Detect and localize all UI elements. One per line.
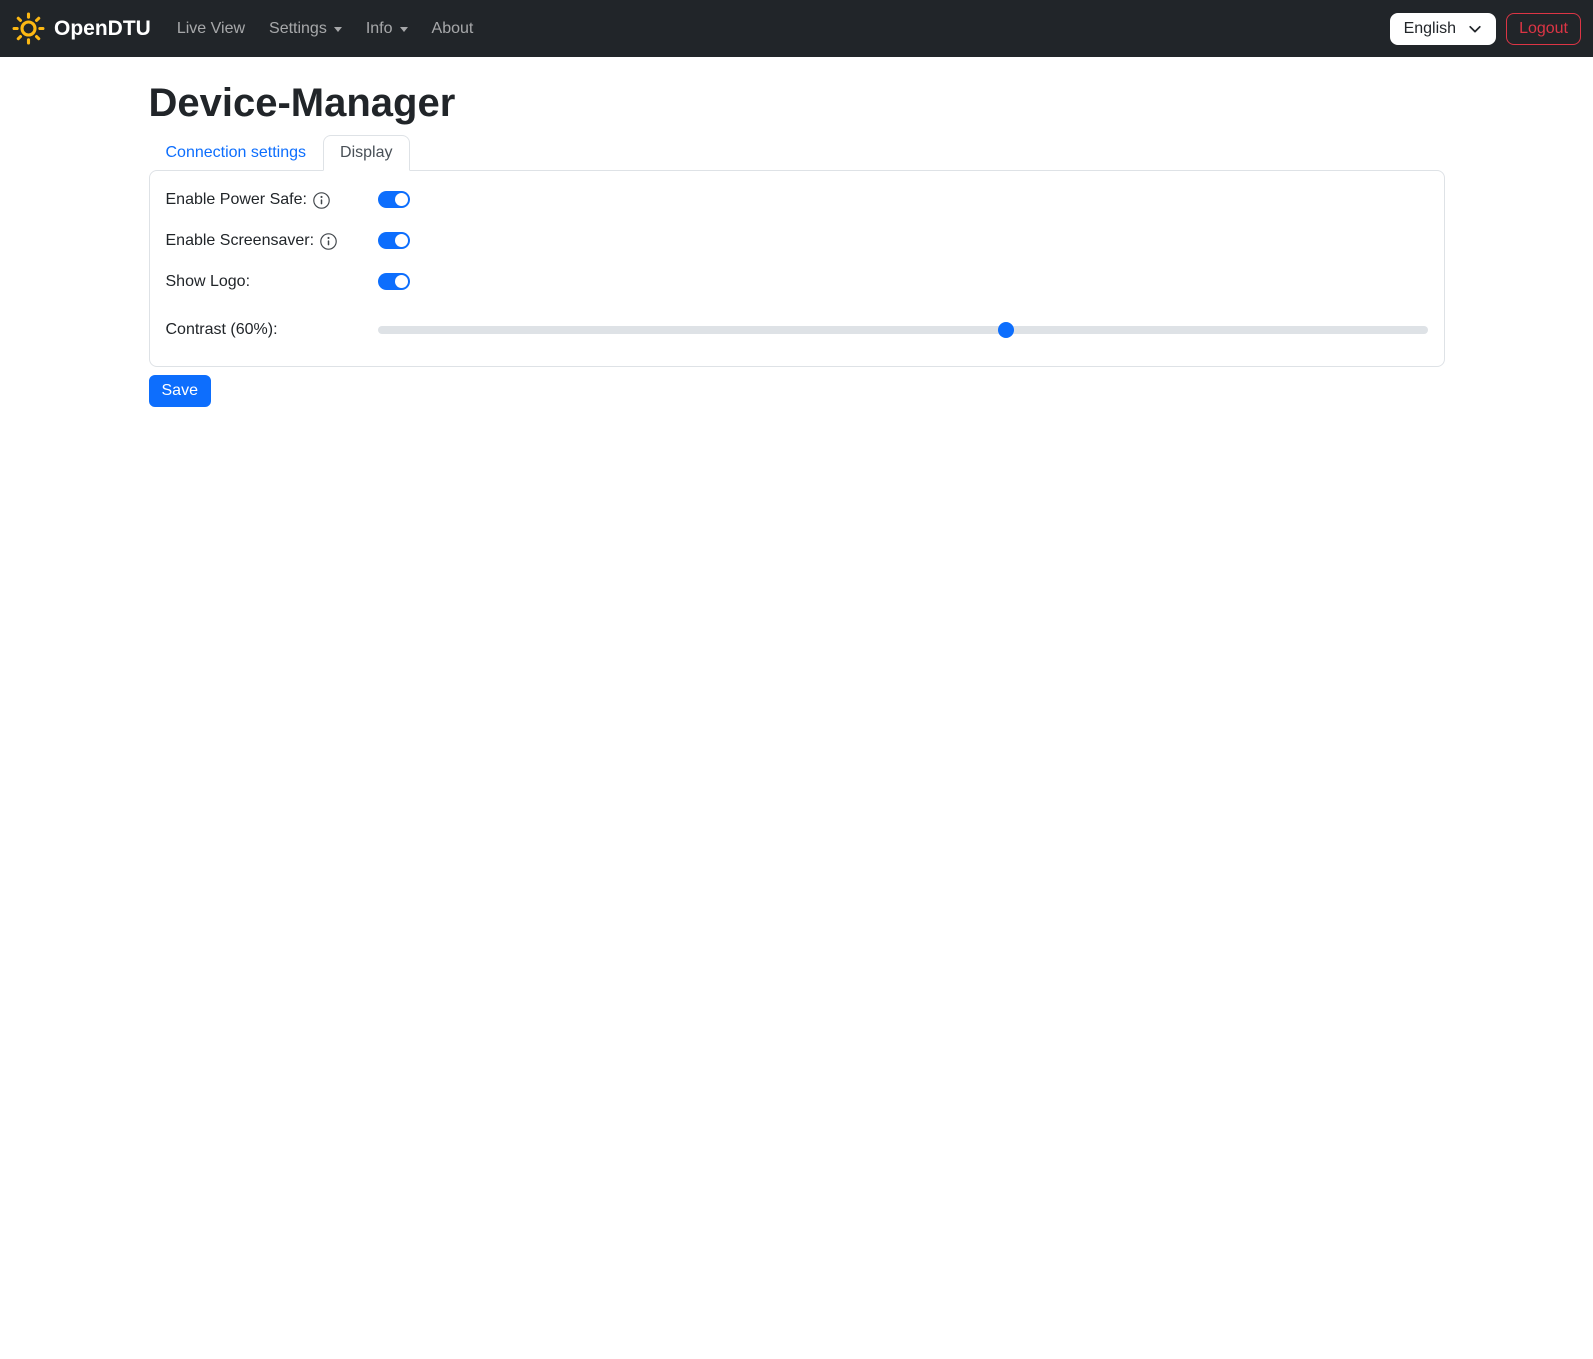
page-title: Device-Manager	[148, 81, 456, 125]
form-row-show-logo: Show Logo:	[166, 269, 1428, 294]
power-safe-switch[interactable]	[377, 191, 410, 208]
nav-item-label: Live View	[176, 19, 246, 37]
form-row-screensaver: Enable Screensaver:	[166, 228, 1428, 253]
display-settings-card: Enable Power Safe: Enable Screensaver: S…	[148, 170, 1445, 367]
logout-button[interactable]: Logout	[1506, 12, 1581, 45]
field-label: Show Logo:	[165, 272, 251, 290]
chevron-down-icon	[1468, 22, 1482, 36]
field-label: Enable Screensaver:	[165, 231, 315, 249]
tab-bar: Connection settings Display	[149, 135, 1445, 171]
switch-knob	[394, 234, 408, 247]
show-logo-switch[interactable]	[377, 273, 410, 290]
nav-item-info[interactable]: Info	[358, 12, 416, 46]
info-icon[interactable]	[320, 232, 337, 250]
sun-icon	[12, 12, 45, 45]
brand-link[interactable]: OpenDTU	[12, 12, 151, 45]
form-row-contrast: Contrast (60%):	[166, 310, 1428, 350]
navbar: OpenDTU Live View Settings Info About En…	[0, 0, 1593, 57]
brand-label: OpenDTU	[54, 16, 151, 40]
save-button[interactable]: Save	[148, 375, 211, 407]
tab-connection-settings[interactable]: Connection settings	[149, 135, 324, 171]
main-content: Device-Manager Connection settings Displ…	[137, 79, 1457, 407]
nav-item-about[interactable]: About	[424, 12, 482, 46]
field-label: Contrast (60%):	[165, 321, 278, 338]
screensaver-switch[interactable]	[377, 232, 410, 249]
language-value: English	[1403, 19, 1457, 37]
form-row-power-safe: Enable Power Safe:	[166, 187, 1428, 212]
tab-display[interactable]: Display	[323, 135, 410, 171]
language-select[interactable]: English	[1389, 12, 1497, 45]
field-label: Enable Power Safe:	[165, 190, 307, 208]
caret-down-icon	[333, 27, 342, 32]
nav-item-label: Info	[365, 19, 393, 37]
switch-knob	[394, 275, 408, 288]
nav-item-label: Settings	[269, 19, 327, 37]
info-icon[interactable]	[313, 191, 330, 209]
nav-item-settings[interactable]: Settings	[261, 12, 350, 46]
nav-item-label: About	[431, 19, 474, 37]
switch-knob	[394, 193, 408, 206]
nav-item-live-view[interactable]: Live View	[169, 12, 253, 46]
caret-down-icon	[399, 27, 408, 32]
contrast-slider[interactable]	[377, 322, 1428, 338]
